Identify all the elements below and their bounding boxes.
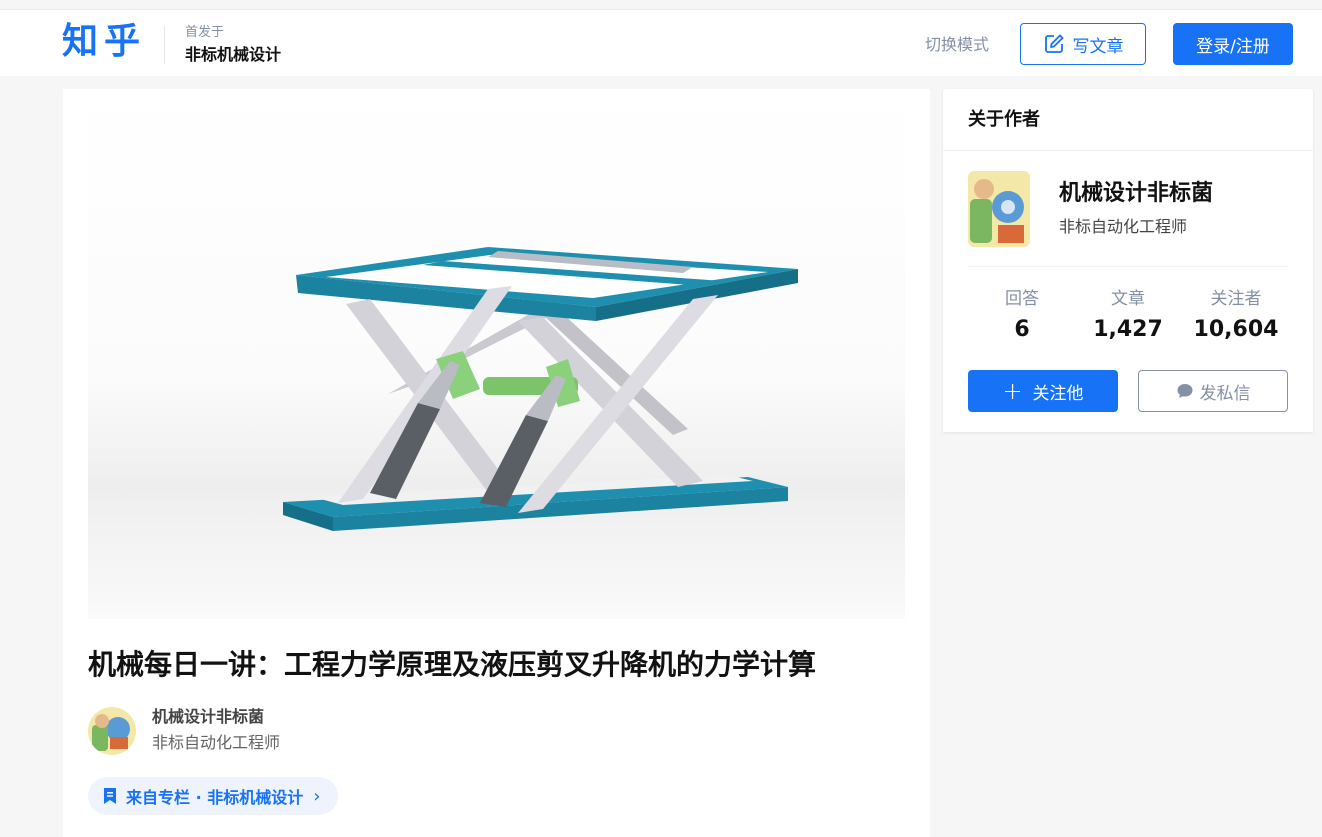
zhihu-logo[interactable]: 知乎	[62, 22, 146, 62]
edit-icon	[1044, 34, 1063, 53]
stat-value: 10,604	[1193, 317, 1279, 342]
top-strip	[0, 0, 1322, 10]
private-message-button[interactable]: 发私信	[1138, 370, 1288, 412]
chevron-right-icon: ›	[313, 785, 321, 807]
article-title: 机械每日一讲：工程力学原理及液压剪叉升降机的力学计算	[88, 648, 817, 681]
write-article-button[interactable]: 写文章	[1020, 23, 1146, 65]
plus-icon: +	[1002, 377, 1023, 405]
author-name[interactable]: 机械设计非标菌	[152, 706, 264, 728]
scissor-lift-illustration	[283, 247, 798, 531]
header-divider	[164, 26, 165, 64]
sidebar-divider	[968, 266, 1288, 267]
stat-answers[interactable]: 回答 6	[967, 287, 1077, 345]
stat-value: 1,427	[1093, 317, 1163, 342]
follow-button[interactable]: + 关注他	[968, 370, 1118, 412]
sidebar-author-name[interactable]: 机械设计非标菌	[1059, 179, 1213, 209]
about-author-card: 关于作者 机械设计非标菌 非标自动化工程师 回答 6 文章 1,427 关注者 …	[943, 89, 1313, 432]
column-doc-icon	[104, 788, 116, 804]
follow-label: 关注他	[1032, 383, 1084, 404]
sidebar-author-bio: 非标自动化工程师	[1059, 217, 1188, 236]
about-author-header: 关于作者	[943, 89, 1313, 151]
stat-label: 回答	[1005, 289, 1039, 309]
article-card: 机械每日一讲：工程力学原理及液压剪叉升降机的力学计算 机械设计非标菌 非标自动化…	[63, 89, 930, 837]
top-header: 知乎 首发于 非标机械设计 切换模式 写文章 登录/注册	[0, 10, 1322, 76]
stat-label: 关注者	[1210, 289, 1262, 309]
stat-articles[interactable]: 文章 1,427	[1073, 287, 1183, 345]
stat-value: 6	[1014, 317, 1030, 342]
published-in-label: 首发于	[185, 25, 225, 40]
column-tag-label: 来自专栏 · 非标机械设计	[126, 788, 304, 807]
login-register-button[interactable]: 登录/注册	[1173, 23, 1293, 65]
column-link[interactable]: 非标机械设计	[185, 44, 281, 66]
chat-bubble-icon	[1177, 384, 1192, 398]
stat-label: 文章	[1111, 289, 1145, 309]
write-article-label: 写文章	[1072, 36, 1124, 57]
author-avatar[interactable]	[88, 707, 136, 755]
stat-followers[interactable]: 关注者 10,604	[1181, 287, 1291, 345]
cover-image	[88, 89, 905, 619]
mode-toggle[interactable]: 切换模式	[925, 34, 989, 56]
column-source-tag[interactable]: 来自专栏 · 非标机械设计 ›	[88, 777, 339, 815]
avatar-illustration	[88, 707, 136, 755]
author-bio: 非标自动化工程师	[152, 733, 281, 752]
about-author-title: 关于作者	[968, 109, 1040, 130]
sidebar-author-avatar[interactable]	[968, 171, 1030, 247]
avatar-illustration	[968, 171, 1030, 247]
message-label: 发私信	[1199, 383, 1251, 404]
